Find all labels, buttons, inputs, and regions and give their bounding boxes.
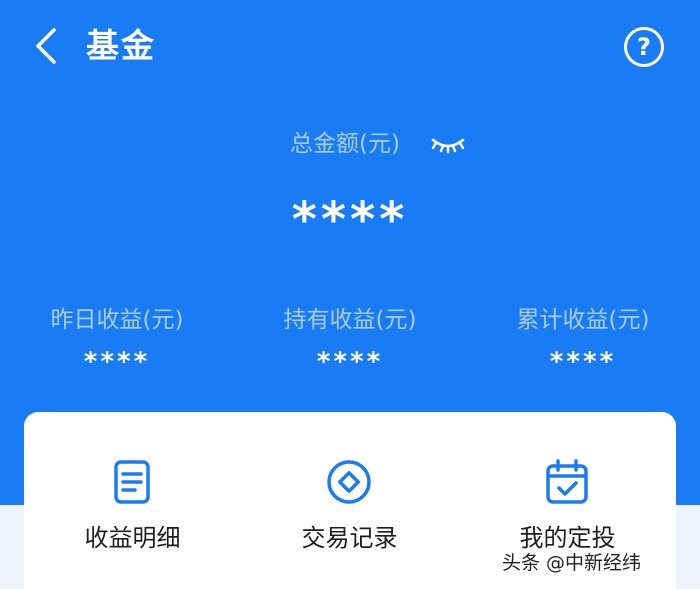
help-button[interactable]: ? [624,27,664,67]
stat-cumulative-earnings: 累计收益(元) **** [466,302,700,380]
transaction-records-button[interactable]: 交易记录 [241,412,458,589]
eye-closed-icon [431,138,465,154]
question-circle-icon: ? [637,33,651,61]
stat-value: **** [83,347,151,377]
top-bar: 基金 ? [0,0,700,92]
document-icon [114,460,150,504]
toggle-visibility-button[interactable] [428,132,468,158]
total-amount-label: 总金额(元) [290,131,400,157]
stat-holding-earnings: 持有收益(元) **** [233,302,467,380]
diamond-circle-icon [327,460,371,504]
back-button[interactable] [26,24,66,68]
page-title: 基金 [86,26,156,65]
stat-value: **** [316,347,384,377]
earnings-detail-button[interactable]: 收益明细 [24,412,241,589]
stat-label: 累计收益(元) [516,307,650,333]
stat-label: 昨日收益(元) [50,307,184,333]
chevron-left-icon [36,28,56,64]
action-label: 交易记录 [301,524,398,552]
stat-yesterday-earnings: 昨日收益(元) **** [0,302,234,380]
stat-label: 持有收益(元) [283,307,417,333]
watermark: 头条 @中新经纬 [502,552,642,574]
stat-value: **** [549,347,617,377]
action-label: 收益明细 [84,524,181,552]
calendar-check-icon [546,459,588,504]
total-amount-value: **** [291,192,409,248]
